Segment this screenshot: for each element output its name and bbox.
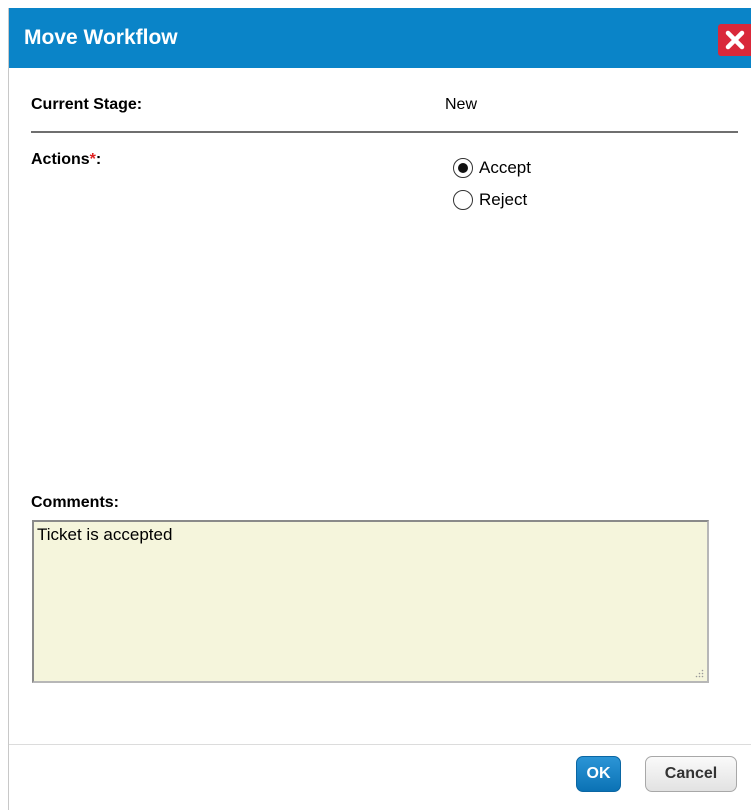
comments-label: Comments: bbox=[31, 494, 120, 511]
radio-accept[interactable] bbox=[453, 158, 473, 178]
current-stage-value: New bbox=[445, 96, 478, 113]
radio-selected-dot bbox=[458, 163, 468, 173]
resize-grip-icon[interactable] bbox=[694, 668, 704, 678]
footer-divider bbox=[9, 744, 751, 745]
radio-reject[interactable] bbox=[453, 190, 473, 210]
move-workflow-dialog: Move Workflow Current Stage: New Actions… bbox=[8, 8, 751, 810]
radio-option-accept[interactable]: Accept bbox=[453, 158, 531, 178]
radio-option-reject[interactable]: Reject bbox=[453, 190, 527, 210]
ok-button[interactable]: OK bbox=[576, 756, 621, 792]
close-x-icon bbox=[725, 30, 745, 50]
radio-accept-label: Accept bbox=[479, 158, 531, 177]
cancel-button[interactable]: Cancel bbox=[645, 756, 737, 792]
comments-textarea[interactable]: Ticket is accepted bbox=[32, 520, 709, 683]
close-button[interactable] bbox=[718, 24, 751, 56]
section-divider bbox=[31, 131, 738, 133]
radio-reject-label: Reject bbox=[479, 190, 528, 209]
actions-label-suffix: : bbox=[95, 151, 102, 168]
actions-label: Actions*: bbox=[31, 151, 101, 169]
actions-label-text: Actions bbox=[31, 151, 90, 168]
dialog-title: Move Workflow bbox=[24, 26, 178, 49]
current-stage-label: Current Stage: bbox=[31, 96, 143, 113]
dialog-titlebar: Move Workflow bbox=[9, 8, 751, 68]
